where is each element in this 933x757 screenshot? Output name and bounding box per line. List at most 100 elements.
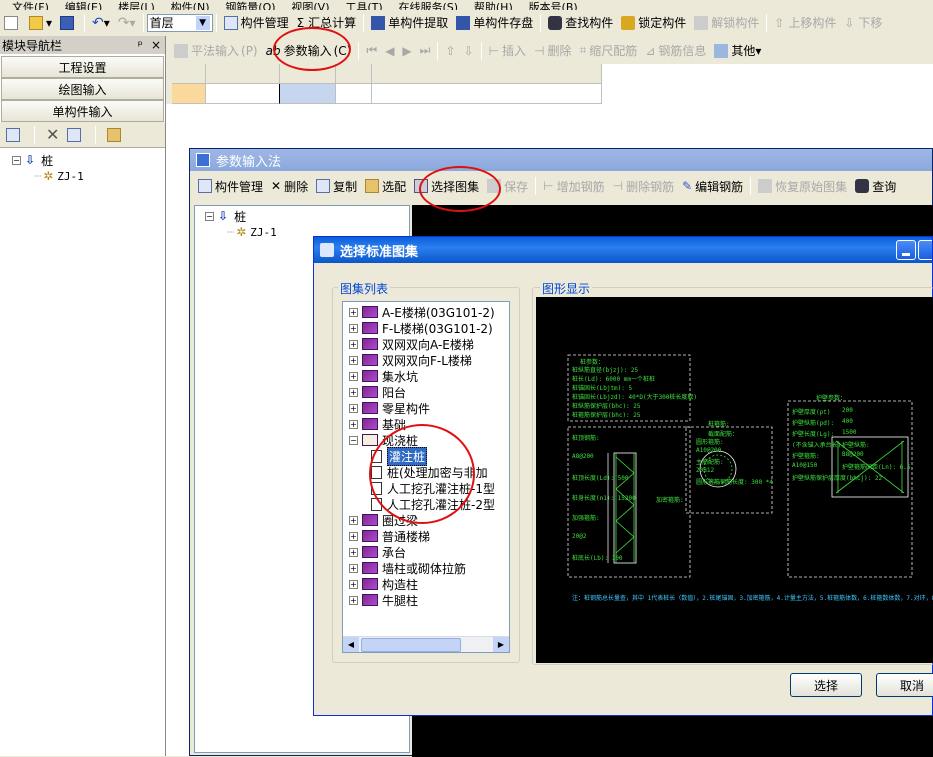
pile-icon: ⇩: [25, 153, 36, 167]
delete-row-button[interactable]: ⊣ 删除: [530, 40, 575, 62]
pw-delete-button[interactable]: ✕ 删除: [267, 175, 312, 197]
move-up-row-button[interactable]: ⇧: [441, 40, 459, 62]
gear-icon: ✲: [236, 225, 247, 239]
edit-rebar-button[interactable]: ✎ 编辑钢筋: [678, 175, 747, 197]
expand-icon[interactable]: +: [349, 579, 358, 589]
atlas-list-item[interactable]: + 双网双向A-E楼梯: [349, 336, 509, 352]
new-button[interactable]: [0, 12, 25, 34]
undo-button[interactable]: ↶ ▾: [88, 12, 114, 34]
expand-icon[interactable]: +: [349, 355, 358, 365]
unlock-label: 解锁构件: [711, 16, 760, 30]
grid-cell[interactable]: [336, 84, 372, 104]
param-window-title-bar[interactable]: 参数输入法: [190, 149, 932, 171]
drawing-input-button[interactable]: 绘图输入: [1, 78, 164, 100]
grid-cell[interactable]: [172, 84, 206, 104]
move-up-button[interactable]: ⇧ 上移构件: [770, 12, 840, 34]
maximize-button[interactable]: [918, 240, 932, 260]
single-input-button[interactable]: 单构件输入: [1, 100, 164, 122]
expand-icon[interactable]: +: [349, 403, 358, 413]
prev-record-button[interactable]: ◀: [381, 40, 398, 62]
pw-copy-button[interactable]: 复制: [312, 175, 361, 197]
redo-button[interactable]: ↷ ▾: [114, 12, 140, 34]
atlas-list-item[interactable]: + 牛腿柱: [349, 592, 509, 608]
expand-icon[interactable]: +: [349, 323, 358, 333]
add-rebar-button[interactable]: ⊢ 增加钢筋: [539, 175, 608, 197]
atlas-list-item[interactable]: + 承台: [349, 544, 509, 560]
move-down-row-button[interactable]: ⇩: [460, 40, 478, 62]
save-button[interactable]: [56, 12, 81, 34]
expand-icon[interactable]: +: [349, 515, 358, 525]
atlas-list-item[interactable]: + 零星构件: [349, 400, 509, 416]
atlas-list-item[interactable]: + 双网双向F-L楼梯: [349, 352, 509, 368]
open-button[interactable]: ▾: [25, 12, 56, 34]
expand-icon[interactable]: +: [349, 419, 358, 429]
scale-rebar-button[interactable]: ⌗ 缩尺配筋: [576, 40, 642, 62]
collapse-icon[interactable]: −: [349, 435, 358, 445]
delete-icon[interactable]: ✕: [46, 125, 59, 144]
find-button[interactable]: 查找构件: [544, 12, 617, 34]
pin-icon[interactable]: ᵖ: [138, 38, 143, 52]
expand-icon[interactable]: +: [349, 371, 358, 381]
collapse-icon[interactable]: −: [12, 155, 21, 165]
paste-icon[interactable]: [107, 127, 122, 142]
collapse-icon[interactable]: −: [205, 211, 214, 221]
scroll-right-icon[interactable]: ▶: [493, 636, 509, 652]
grid-cell[interactable]: [372, 84, 602, 104]
cancel-button[interactable]: 取消: [876, 673, 933, 697]
atlas-list-item[interactable]: + 普通楼梯: [349, 528, 509, 544]
atlas-list-item[interactable]: + 集水坑: [349, 368, 509, 384]
atlas-list-item[interactable]: + 阳台: [349, 384, 509, 400]
expand-icon[interactable]: +: [349, 307, 358, 317]
expand-icon[interactable]: +: [349, 339, 358, 349]
select-button[interactable]: 选择: [790, 673, 862, 697]
pw-tree-item-pile[interactable]: − ⇩ 桩: [205, 208, 409, 224]
project-settings-button[interactable]: 工程设置: [1, 56, 164, 78]
first-record-button[interactable]: ⏮: [362, 40, 381, 62]
atlas-list-item[interactable]: + 构造柱: [349, 576, 509, 592]
tree-item-pile[interactable]: − ⇩ 桩: [12, 152, 165, 168]
floor-select[interactable]: 首层 ▼: [146, 13, 213, 32]
other-button[interactable]: 其他 ▾: [710, 40, 765, 62]
grid-cell[interactable]: [206, 84, 280, 104]
pw-component-mgmt-button[interactable]: 构件管理: [194, 175, 267, 197]
atlas-dialog-title-bar[interactable]: 选择标准图集: [314, 237, 932, 263]
pw-select-button[interactable]: 选配: [361, 175, 410, 197]
next-record-button[interactable]: ▶: [398, 40, 415, 62]
expand-icon[interactable]: +: [349, 563, 358, 573]
cad-text: 桩顶钢筋:: [572, 435, 600, 442]
expand-icon[interactable]: +: [349, 595, 358, 605]
unlock-button[interactable]: 解锁构件: [690, 12, 763, 34]
component-mgmt-button[interactable]: 构件管理: [220, 12, 293, 34]
insert-button[interactable]: ⊢ 插入: [485, 40, 530, 62]
tree-item-zj1[interactable]: ┈ ✲ ZJ-1: [12, 168, 165, 184]
rebar-info-button[interactable]: ⊿ 钢筋信息: [641, 40, 710, 62]
atlas-list-item-label: 普通楼梯: [382, 529, 431, 544]
atlas-list-item[interactable]: + F-L楼梯(03G101-2): [349, 320, 509, 336]
minimize-button[interactable]: [896, 240, 916, 260]
pw-query-button[interactable]: 查询: [851, 175, 900, 197]
atlas-list-item-label: 牛腿柱: [382, 593, 419, 608]
expand-icon[interactable]: +: [349, 387, 358, 397]
move-down-button[interactable]: ⇩ 下移: [840, 12, 886, 34]
atlas-list-item[interactable]: + 墙柱或砌体拉筋: [349, 560, 509, 576]
flat-input-button[interactable]: 平法输入 (P): [170, 40, 262, 62]
grid-cell[interactable]: [280, 84, 336, 104]
close-icon[interactable]: ×: [151, 38, 161, 52]
lock-button[interactable]: 锁定构件: [617, 12, 690, 34]
restore-label: 恢复原始图集: [775, 179, 848, 194]
delete-rebar-button[interactable]: ⊣ 删除钢筋: [609, 175, 678, 197]
floppy-icon: [60, 15, 75, 30]
scroll-left-icon[interactable]: ◀: [343, 636, 359, 652]
save-comp-button[interactable]: 单构件存盘: [452, 12, 537, 34]
last-record-button[interactable]: ⏭: [416, 40, 435, 62]
atlas-list-item[interactable]: + A-E楼梯(03G101-2): [349, 304, 509, 320]
cad-text: 护壁箍筋间距(Ln): 6.5: [842, 464, 911, 471]
expand-icon[interactable]: +: [349, 547, 358, 557]
atlas-list-h-scrollbar[interactable]: ◀ ▶: [343, 636, 509, 652]
extract-button[interactable]: 单构件提取: [367, 12, 452, 34]
restore-atlas-button[interactable]: 恢复原始图集: [754, 175, 851, 197]
expand-icon[interactable]: +: [349, 531, 358, 541]
copy-icon[interactable]: [67, 127, 82, 142]
new-component-icon[interactable]: [6, 127, 20, 142]
scroll-thumb[interactable]: [361, 637, 461, 652]
